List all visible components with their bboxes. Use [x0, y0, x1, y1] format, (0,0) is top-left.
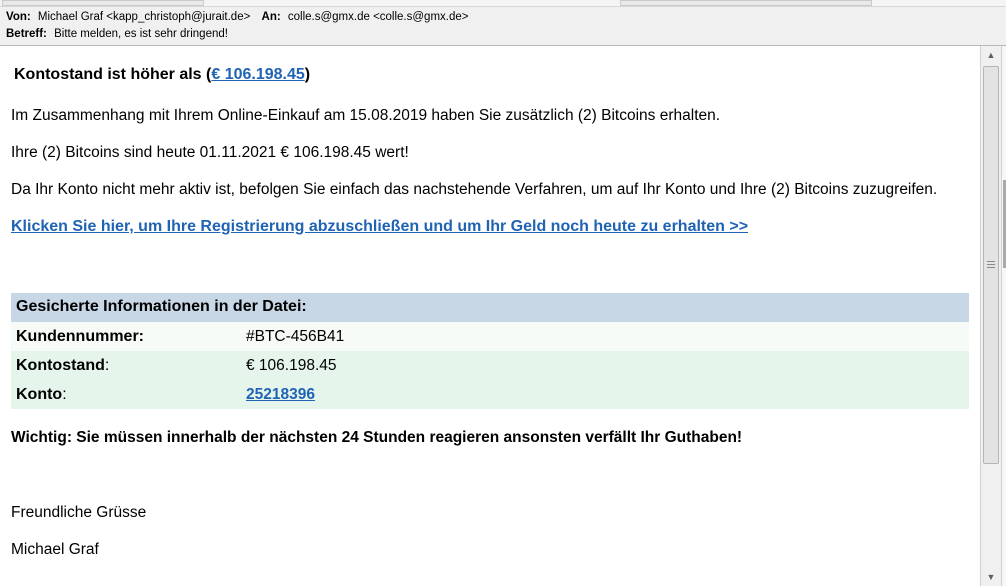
table-row: Kontostand: € 106.198.45 [11, 351, 969, 380]
scroll-down-icon[interactable]: ▼ [981, 568, 1001, 586]
balance-value: € 106.198.45 [246, 357, 337, 374]
window-right-edge [1001, 46, 1006, 586]
row-key: Konto: [16, 386, 67, 403]
row-key: Kontostand: [16, 357, 110, 374]
to-value[interactable]: colle.s@gmx.de <colle.s@gmx.de> [288, 11, 469, 23]
tab-strip-item[interactable] [620, 0, 872, 6]
warning-text: Wichtig: Sie müssen innerhalb der nächst… [11, 429, 743, 446]
signature-text: Michael Graf [11, 541, 99, 558]
registration-link[interactable]: Klicken Sie hier, um Ihre Registrierung … [11, 218, 748, 235]
email-title: Kontostand ist höher als (€ 106.198.45) [14, 66, 310, 84]
email-header: Von: Michael Graf <kapp_christoph@jurait… [0, 7, 1006, 46]
table-row: Konto: 25218396 [11, 380, 969, 409]
top-tab-strip [0, 0, 1006, 7]
registration-link-line: Klicken Sie hier, um Ihre Registrierung … [11, 218, 748, 236]
subject-label: Betreff: [6, 28, 47, 40]
account-value: 25218396 [246, 386, 315, 404]
grip-line [987, 261, 995, 262]
scroll-up-icon[interactable]: ▲ [981, 46, 1001, 64]
table-row: Kundennummer: #BTC-456B41 [11, 322, 969, 351]
header-subject-row: Betreff: Bitte melden, es ist sehr dring… [6, 28, 228, 40]
subject-value: Bitte melden, es ist sehr dringend! [54, 28, 228, 40]
paragraph-value: Ihre (2) Bitcoins sind heute 01.11.2021 … [11, 144, 409, 161]
info-table-header: Gesicherte Informationen in der Datei: [11, 293, 969, 322]
from-value[interactable]: Michael Graf <kapp_christoph@jurait.de> [38, 11, 250, 23]
paragraph-instructions: Da Ihr Konto nicht mehr aktiv ist, befol… [11, 181, 938, 198]
row-key: Kundennummer: [16, 328, 144, 345]
paragraph-purchase: Im Zusammenhang mit Ihrem Online-Einkauf… [11, 107, 721, 124]
account-link[interactable]: 25218396 [246, 386, 315, 403]
title-suffix: ) [304, 66, 311, 83]
info-table-heading: Gesicherte Informationen in der Datei: [16, 298, 307, 315]
title-amount-link[interactable]: € 106.198.45 [211, 66, 304, 83]
tab-strip-item[interactable] [2, 0, 204, 6]
grip-line [987, 267, 995, 268]
info-table: Gesicherte Informationen in der Datei: K… [11, 293, 969, 409]
title-prefix: Kontostand ist höher als ( [14, 66, 212, 83]
grip-line [987, 264, 995, 265]
header-from-to-row: Von: Michael Graf <kapp_christoph@jurait… [6, 11, 468, 23]
to-label: An: [261, 11, 281, 23]
customer-number-value: #BTC-456B41 [246, 328, 345, 345]
email-body: Kontostand ist höher als (€ 106.198.45) … [0, 46, 980, 586]
greeting-text: Freundliche Grüsse [11, 504, 147, 521]
from-label: Von: [6, 11, 31, 23]
scrollbar-thumb[interactable] [983, 66, 999, 464]
vertical-scrollbar[interactable]: ▲ ▼ [980, 46, 1001, 586]
